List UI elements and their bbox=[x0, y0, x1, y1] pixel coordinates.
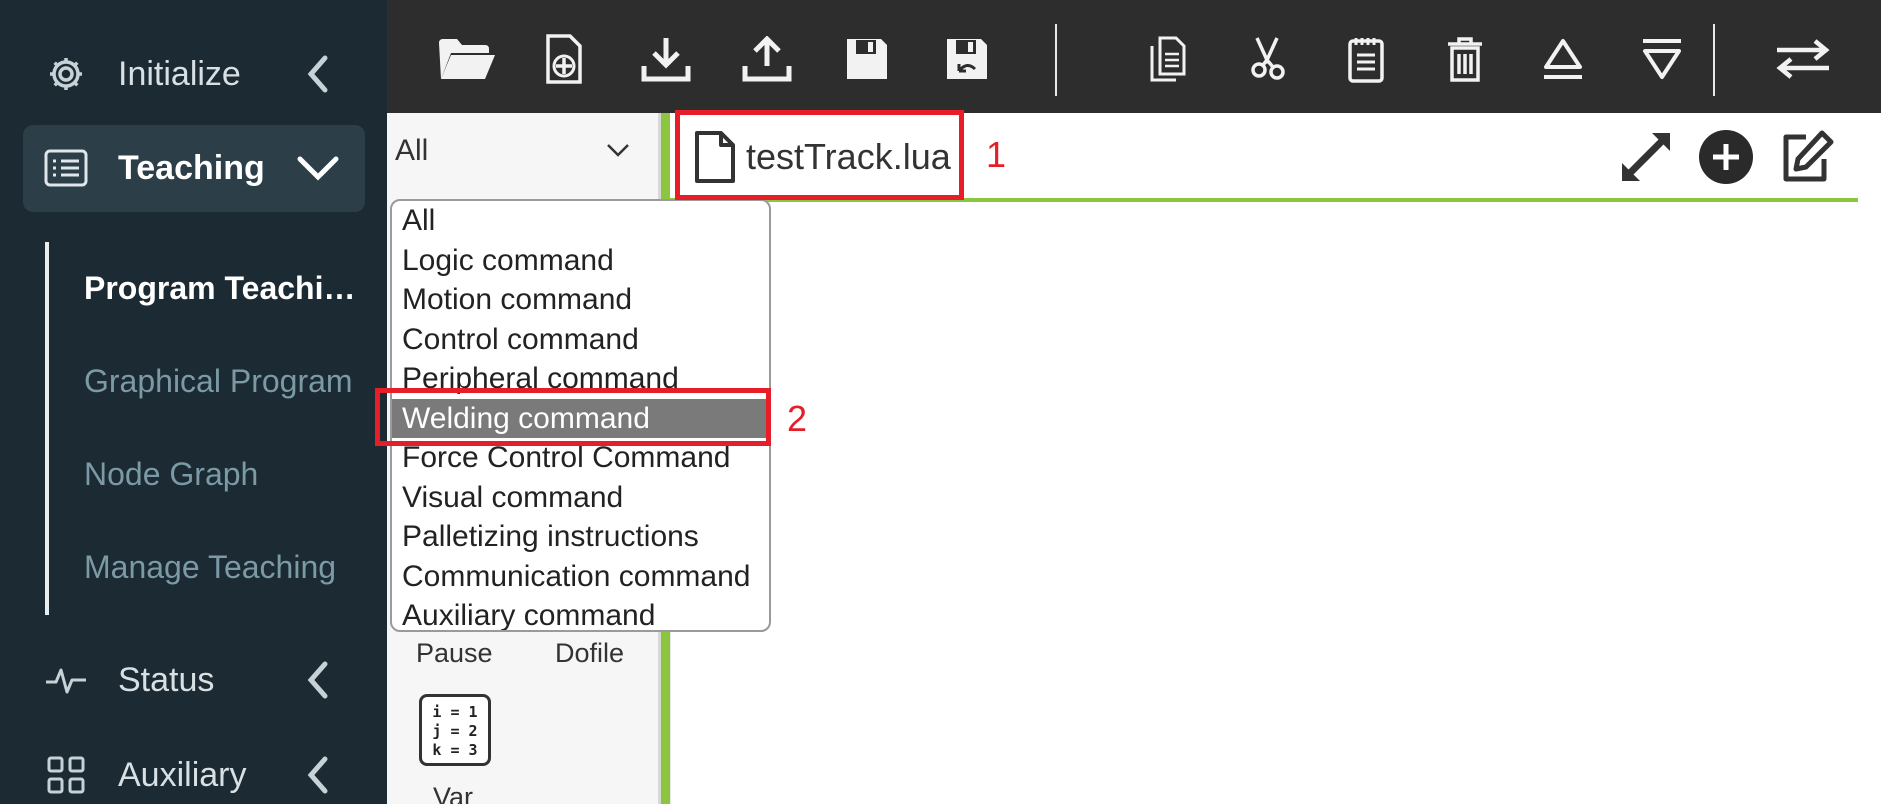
switch-button[interactable] bbox=[1772, 28, 1834, 90]
fullscreen-button[interactable] bbox=[1617, 128, 1675, 186]
open-folder-button[interactable] bbox=[436, 28, 498, 90]
list-icon bbox=[44, 146, 88, 190]
option-logic-command[interactable]: Logic command bbox=[392, 241, 769, 281]
chevron-down-icon bbox=[296, 146, 340, 190]
toolbar bbox=[387, 0, 1881, 113]
new-file-icon bbox=[546, 34, 582, 84]
command-pause[interactable]: Pause bbox=[416, 638, 493, 669]
sub-item-program-teaching[interactable]: Program Teachi… bbox=[84, 270, 355, 307]
submenu-indicator bbox=[45, 242, 49, 615]
chevron-left-icon bbox=[296, 52, 340, 96]
pulse-icon bbox=[44, 658, 88, 702]
command-dofile[interactable]: Dofile bbox=[555, 638, 624, 669]
copy-button[interactable] bbox=[1137, 28, 1199, 90]
delete-icon bbox=[1448, 37, 1482, 82]
paste-button[interactable] bbox=[1335, 28, 1397, 90]
download-button[interactable] bbox=[635, 28, 697, 90]
save-icon bbox=[847, 39, 887, 79]
edit-button[interactable] bbox=[1777, 128, 1835, 186]
var-icon[interactable]: i = 1 j = 2 k = 3 bbox=[419, 694, 491, 766]
move-down-button[interactable] bbox=[1631, 28, 1693, 90]
nav-item-initialize[interactable]: Initialize bbox=[0, 34, 387, 114]
sub-item-graphical-program[interactable]: Graphical Program bbox=[84, 363, 353, 400]
nav-item-auxiliary[interactable]: Auxiliary bbox=[0, 735, 387, 804]
nav-item-status[interactable]: Status bbox=[0, 640, 387, 720]
cut-button[interactable] bbox=[1236, 28, 1298, 90]
nav-label-initialize: Initialize bbox=[118, 54, 241, 93]
nav-label-status: Status bbox=[118, 660, 215, 699]
delete-button[interactable] bbox=[1434, 28, 1496, 90]
filter-value: All bbox=[395, 134, 429, 167]
sub-item-manage-teaching[interactable]: Manage Teaching bbox=[84, 549, 336, 586]
annotation-box-2 bbox=[375, 388, 771, 446]
chevron-left-icon bbox=[296, 753, 340, 797]
add-button[interactable] bbox=[1697, 128, 1755, 186]
app-root: Initialize Teaching Program Teachi… Grap… bbox=[0, 0, 1881, 804]
option-all[interactable]: All bbox=[392, 201, 769, 241]
annotation-box-1 bbox=[675, 110, 964, 200]
copy-icon bbox=[1150, 36, 1186, 82]
option-motion-command[interactable]: Motion command bbox=[392, 280, 769, 320]
option-communication-command[interactable]: Communication command bbox=[392, 557, 769, 597]
nav-label-teaching: Teaching bbox=[118, 148, 265, 187]
cut-icon bbox=[1251, 37, 1285, 80]
option-auxiliary-command[interactable]: Auxiliary command bbox=[392, 596, 769, 630]
edit-icon bbox=[1783, 130, 1834, 182]
toolbar-divider bbox=[1055, 24, 1057, 96]
move-up-icon bbox=[1544, 39, 1582, 79]
new-file-button[interactable] bbox=[533, 28, 595, 90]
option-visual-command[interactable]: Visual command bbox=[392, 478, 769, 518]
chevron-left-icon bbox=[296, 658, 340, 702]
gear-icon bbox=[44, 52, 88, 96]
paste-icon bbox=[1348, 38, 1384, 83]
nav-label-auxiliary: Auxiliary bbox=[118, 755, 247, 794]
sub-item-node-graph[interactable]: Node Graph bbox=[84, 456, 258, 493]
open-folder-icon bbox=[439, 39, 495, 79]
expand-icon bbox=[1622, 133, 1670, 181]
upload-button[interactable] bbox=[736, 28, 798, 90]
download-icon bbox=[641, 38, 691, 82]
sidebar: Initialize Teaching Program Teachi… Grap… bbox=[0, 0, 387, 804]
annotation-number-1: 1 bbox=[986, 134, 1007, 175]
option-palletizing-instructions[interactable]: Palletizing instructions bbox=[392, 517, 769, 557]
save-button[interactable] bbox=[836, 28, 898, 90]
command-filter-select[interactable]: All bbox=[387, 113, 661, 189]
save-as-icon bbox=[947, 39, 987, 79]
move-down-icon bbox=[1643, 39, 1681, 79]
upload-icon bbox=[742, 36, 792, 82]
option-control-command[interactable]: Control command bbox=[392, 320, 769, 360]
switch-icon bbox=[1776, 39, 1830, 79]
toolbar-divider bbox=[1713, 24, 1715, 96]
move-up-button[interactable] bbox=[1532, 28, 1594, 90]
command-var[interactable]: Var bbox=[433, 782, 473, 804]
plus-circle-icon bbox=[1699, 130, 1753, 184]
nav-row-teaching[interactable]: Teaching bbox=[0, 128, 387, 208]
save-as-button[interactable] bbox=[936, 28, 998, 90]
grid-icon bbox=[44, 753, 88, 797]
chevron-down-icon bbox=[607, 144, 629, 157]
code-editor[interactable] bbox=[661, 113, 1881, 804]
annotation-number-2: 2 bbox=[787, 398, 808, 439]
